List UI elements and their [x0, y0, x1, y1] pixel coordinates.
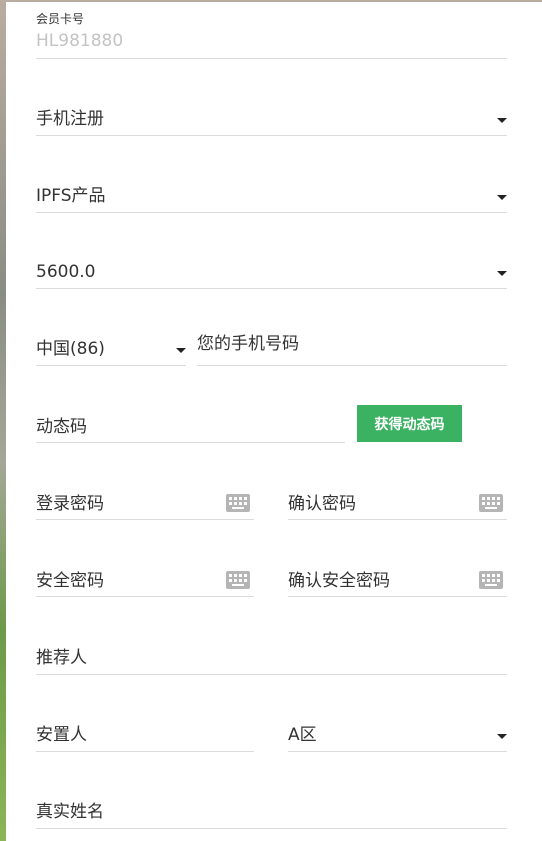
product-value: IPFS产品: [36, 186, 106, 206]
confirm-password-placeholder: 确认密码: [288, 494, 356, 514]
chevron-down-icon: [176, 348, 186, 353]
phone-placeholder: 您的手机号码: [197, 334, 299, 354]
member-card-value: HL981880: [36, 31, 124, 51]
phone-input[interactable]: 您的手机号码: [197, 333, 507, 366]
placement-placeholder: 安置人: [36, 725, 87, 745]
member-card-field: 会员卡号 HL981880: [36, 2, 507, 59]
country-code-select[interactable]: 中国(86): [36, 333, 186, 366]
keyboard-icon[interactable]: [479, 494, 503, 512]
product-select[interactable]: IPFS产品: [36, 179, 507, 213]
chevron-down-icon: [497, 271, 507, 276]
referrer-placeholder: 推荐人: [36, 648, 87, 668]
confirm-password-input[interactable]: 确认密码: [288, 488, 507, 520]
registration-form: 会员卡号 HL981880 手机注册 IPFS产品 5600.0 中国(86) …: [6, 2, 542, 841]
confirm-security-password-input[interactable]: 确认安全密码: [288, 565, 507, 597]
login-password-input[interactable]: 登录密码: [36, 488, 254, 520]
chevron-down-icon: [497, 118, 507, 123]
country-code-value: 中国(86): [36, 339, 105, 359]
get-dynamic-code-button[interactable]: 获得动态码: [357, 405, 462, 442]
placement-input[interactable]: 安置人: [36, 719, 254, 752]
referrer-input[interactable]: 推荐人: [36, 642, 507, 675]
amount-value: 5600.0: [36, 262, 96, 282]
registration-type-select[interactable]: 手机注册: [36, 102, 507, 136]
keyboard-icon[interactable]: [479, 571, 503, 589]
dynamic-code-placeholder: 动态码: [36, 417, 87, 437]
amount-select[interactable]: 5600.0: [36, 256, 507, 289]
zone-value: A区: [288, 725, 317, 745]
chevron-down-icon: [497, 195, 507, 200]
security-password-placeholder: 安全密码: [36, 571, 104, 591]
member-card-label: 会员卡号: [36, 12, 85, 26]
keyboard-icon[interactable]: [226, 571, 250, 589]
real-name-placeholder: 真实姓名: [36, 802, 104, 822]
registration-type-value: 手机注册: [36, 109, 104, 129]
zone-select[interactable]: A区: [288, 719, 507, 752]
dynamic-code-input[interactable]: 动态码: [36, 411, 345, 443]
chevron-down-icon: [497, 734, 507, 739]
confirm-security-password-placeholder: 确认安全密码: [288, 571, 390, 591]
keyboard-icon[interactable]: [226, 494, 250, 512]
real-name-input[interactable]: 真实姓名: [36, 796, 507, 829]
security-password-input[interactable]: 安全密码: [36, 565, 254, 597]
login-password-placeholder: 登录密码: [36, 494, 104, 514]
